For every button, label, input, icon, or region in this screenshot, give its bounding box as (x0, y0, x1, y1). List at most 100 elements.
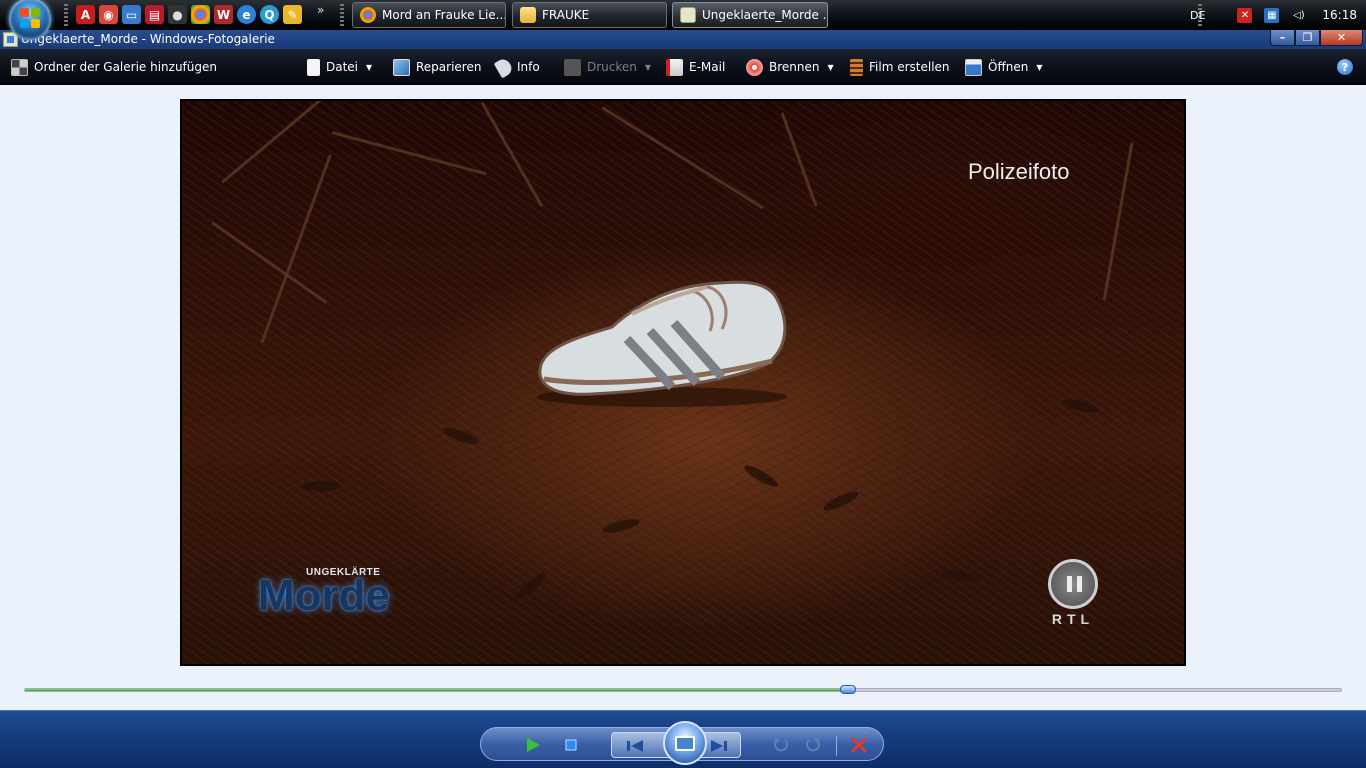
channel-logo: RTL (1034, 557, 1114, 627)
burn-label: Brennen (769, 60, 820, 74)
toolbar-grip[interactable] (64, 4, 68, 26)
burn-menu-button[interactable]: Brennen ▼ (746, 58, 834, 76)
rotate-right-icon (806, 738, 820, 752)
printer-icon (564, 58, 581, 76)
taskbar-window-photo-gallery[interactable]: Ungeklaerte_Morde ... (672, 2, 828, 28)
disc-icon (746, 58, 763, 76)
chevron-down-icon: ▼ (1036, 62, 1043, 72)
owl-app-icon[interactable]: ● (168, 5, 187, 24)
slideshow-icon (675, 735, 695, 751)
security-alert-icon[interactable]: ✕ (1237, 7, 1253, 23)
stop-icon (565, 739, 577, 751)
folder-icon (520, 7, 536, 23)
repair-button[interactable]: Reparieren (393, 58, 481, 76)
shield-app-icon[interactable]: W (214, 5, 233, 24)
control-bar (0, 710, 1366, 768)
tag-icon (493, 56, 515, 78)
email-label: E-Mail (689, 60, 726, 74)
rotate-left-button[interactable] (770, 735, 792, 755)
sneaker-image (537, 280, 787, 407)
add-folder-icon (11, 58, 28, 76)
delete-button[interactable] (848, 735, 870, 755)
info-label: Info (517, 60, 540, 74)
play-icon (527, 738, 540, 752)
make-movie-button[interactable]: Film erstellen (850, 58, 950, 76)
start-button[interactable] (9, 0, 51, 40)
close-button[interactable]: ✕ (1320, 30, 1363, 46)
add-folder-button[interactable]: Ordner der Galerie hinzufügen (11, 58, 217, 76)
seek-progress (25, 689, 848, 691)
help-icon[interactable]: ? (1337, 59, 1353, 75)
chrome-icon (360, 7, 376, 23)
leaf (302, 481, 340, 491)
pdf-reader-icon[interactable]: A (76, 5, 95, 24)
stop-button[interactable] (560, 735, 582, 755)
email-button[interactable]: E-Mail (666, 58, 725, 76)
language-indicator[interactable]: DE (1190, 9, 1205, 22)
media-app-icon[interactable]: ◉ (99, 5, 118, 24)
print-button[interactable]: Drucken ▼ (564, 58, 651, 76)
chevron-down-icon: ▼ (366, 62, 373, 72)
make-movie-label: Film erstellen (869, 60, 950, 74)
photo-gallery-icon (680, 7, 696, 23)
chrome-icon[interactable] (191, 5, 210, 24)
file-icon (307, 58, 320, 76)
photo: Polizeifoto UNGEKLÄRTE Morde RTL (180, 99, 1186, 666)
film-icon (850, 58, 863, 76)
email-icon (666, 58, 683, 76)
open-label: Öffnen (988, 60, 1029, 74)
rotate-left-icon (774, 738, 788, 752)
rtl-ring-icon (1048, 559, 1098, 609)
clock[interactable]: 16:18 (1322, 8, 1357, 22)
open-menu-button[interactable]: Öffnen ▼ (965, 58, 1042, 76)
seek-thumb[interactable] (839, 685, 856, 694)
toolbar-grip[interactable] (340, 4, 344, 26)
channel-logo-text: RTL (1051, 611, 1095, 627)
maximize-button[interactable]: ❐ (1295, 30, 1320, 46)
play-button[interactable] (522, 735, 544, 755)
overflow-chevron-icon[interactable]: » (317, 3, 324, 17)
previous-button[interactable] (624, 736, 646, 756)
divider (836, 736, 837, 756)
show-logo-title: Morde (258, 571, 390, 620)
show-desktop-icon[interactable]: ▭ (122, 5, 141, 24)
photo-caption: Polizeifoto (968, 159, 1070, 184)
slideshow-button[interactable] (663, 721, 707, 765)
minimize-button[interactable]: – (1270, 30, 1295, 46)
seek-bar[interactable] (24, 685, 1342, 694)
taskbar-window-chrome[interactable]: Mord an Frauke Lie... (352, 2, 506, 28)
pdf-tool-icon[interactable]: ▤ (145, 5, 164, 24)
browser-icon[interactable]: e (237, 5, 256, 24)
taskbar-window-label: Mord an Frauke Lie... (382, 8, 506, 22)
taskbar-window-label: FRAUKE (542, 8, 590, 22)
open-with-icon (965, 58, 982, 76)
rotate-right-button[interactable] (802, 735, 824, 755)
add-folder-label: Ordner der Galerie hinzufügen (34, 60, 217, 74)
tool-app-icon[interactable]: ✎ (283, 5, 302, 24)
title-bar: Ungeklaerte_Morde - Windows-Fotogalerie … (0, 30, 1366, 49)
next-button[interactable] (708, 736, 730, 756)
delete-icon (851, 737, 867, 753)
info-button[interactable]: Info (493, 56, 540, 78)
previous-icon (627, 740, 643, 752)
search-app-icon[interactable]: Q (260, 5, 279, 24)
volume-icon[interactable]: ◁) (1291, 8, 1306, 23)
network-icon[interactable]: ▦ (1264, 7, 1280, 23)
taskbar: A ◉ ▭ ▤ ● W e Q ✎ » Mord an Frauke Lie..… (0, 0, 1366, 40)
quick-launch: A ◉ ▭ ▤ ● W e Q ✎ (76, 5, 302, 24)
system-tray: DE ✕ ▦ ◁) 16:18 (1190, 0, 1366, 30)
next-icon (711, 740, 727, 752)
chevron-down-icon: ▼ (827, 62, 834, 72)
repair-label: Reparieren (416, 60, 482, 74)
playback-controls (480, 721, 884, 765)
file-menu-button[interactable]: Datei ▼ (307, 58, 372, 76)
taskbar-window-label: Ungeklaerte_Morde ... (702, 8, 828, 22)
repair-icon (393, 58, 410, 76)
chevron-down-icon: ▼ (644, 62, 652, 72)
command-bar: Ordner der Galerie hinzufügen Datei ▼ Re… (0, 49, 1366, 85)
taskbar-window-folder[interactable]: FRAUKE (512, 2, 667, 28)
photo-viewer: Polizeifoto UNGEKLÄRTE Morde RTL (0, 85, 1366, 710)
print-label: Drucken (587, 60, 637, 74)
window-title: Ungeklaerte_Morde - Windows-Fotogalerie (21, 32, 275, 46)
show-logo: UNGEKLÄRTE Morde (258, 563, 438, 623)
